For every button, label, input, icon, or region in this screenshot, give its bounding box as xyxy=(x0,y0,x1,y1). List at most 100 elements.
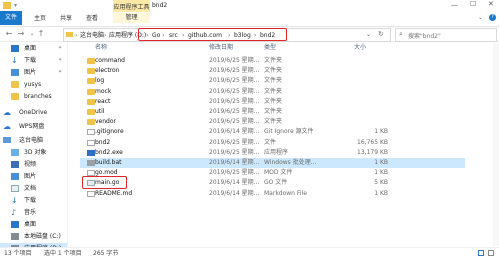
pin-icon: ✦ xyxy=(58,69,63,75)
desktop-icon xyxy=(11,45,19,52)
nav-label: 文档 xyxy=(24,185,37,192)
file-type: Markdown File xyxy=(264,189,307,197)
file-row[interactable]: mock 2019/6/25 星期... 文件夹 xyxy=(80,87,465,97)
nav-label: 下载 xyxy=(24,57,37,64)
tab-view[interactable]: 查看 xyxy=(86,14,98,24)
tab-file[interactable]: 文件 xyxy=(0,11,22,25)
nav-item-wps[interactable]: ☁ WPS网盘 xyxy=(0,121,67,132)
file-date: 2019/6/14 星期... xyxy=(209,189,260,197)
nav-label: 桌面 xyxy=(24,221,37,228)
file-row[interactable]: go.mod 2019/6/25 星期... MOD 文件 1 KB xyxy=(80,168,465,178)
file-name: build.bat xyxy=(95,159,122,166)
separator-icon: › xyxy=(75,32,78,39)
crumb-this-pc[interactable]: 这台电脑 xyxy=(80,31,104,41)
nav-item-music[interactable]: ♪ 音乐 xyxy=(0,207,67,218)
file-row[interactable]: log 2019/6/25 星期... 文件夹 xyxy=(80,76,465,86)
forward-icon[interactable]: → xyxy=(16,29,26,39)
file-type: GO 文件 xyxy=(264,179,288,187)
file-row[interactable]: .gitignore 2019/6/14 星期... Git Ignore 源文件 1… xyxy=(80,127,465,137)
column-date[interactable]: 修改日期 xyxy=(209,43,233,53)
file-date: 2019/6/14 星期... xyxy=(209,159,260,166)
file-date: 2019/6/25 星期... xyxy=(209,57,260,64)
file-name: command xyxy=(95,57,125,64)
file-row[interactable]: util 2019/6/25 星期... 文件夹 xyxy=(80,107,465,117)
quick-access-toolbar[interactable]: ▾ xyxy=(14,2,54,10)
file-row[interactable]: react 2019/6/25 星期... 文件夹 xyxy=(80,97,465,107)
file-name: util xyxy=(95,108,105,115)
search-placeholder: 搜索"bnd2" xyxy=(408,33,441,40)
file-type: 文件夹 xyxy=(264,87,283,95)
documents-icon xyxy=(11,185,19,192)
nav-item-desktop[interactable]: 桌面 ✦ xyxy=(0,43,67,54)
nav-item-documents[interactable]: 文档 xyxy=(0,183,67,194)
vertical-scrollbar[interactable] xyxy=(493,43,499,246)
file-type: 文件 xyxy=(264,138,277,146)
tab-manage[interactable]: 管理 xyxy=(113,13,150,23)
ribbon-tabs: 文件 主页 共享 查看 管理 ⌄ ? xyxy=(0,11,499,27)
ribbon-expand-icon[interactable]: ⌄ xyxy=(478,14,483,21)
help-icon[interactable]: ? xyxy=(489,14,496,21)
nav-item-pictures-2[interactable]: 图片 xyxy=(0,171,67,182)
file-size: 16,765 KB xyxy=(357,138,388,146)
nav-item-video[interactable]: 视频 xyxy=(0,159,67,170)
file-highlight-box xyxy=(82,176,127,189)
file-row[interactable]: README.md 2019/6/14 星期... Markdown File 1 K… xyxy=(80,189,465,199)
file-row[interactable]: main.go 2019/6/14 星期... GO 文件 5 KB xyxy=(80,178,465,188)
file-type: 文件夹 xyxy=(264,77,283,85)
music-icon: ♪ xyxy=(11,208,17,217)
large-icons-view-icon[interactable] xyxy=(488,250,494,256)
column-type[interactable]: 类型 xyxy=(264,43,276,53)
file-row[interactable]: bnd2.exe 2019/6/25 星期... 应用程序 13,179 KB xyxy=(80,148,465,158)
file-row[interactable]: electron 2019/6/25 星期... 文件夹 xyxy=(80,66,465,76)
folder-icon xyxy=(87,98,95,105)
window-title: bnd2 xyxy=(152,2,168,9)
file-date: 2019/6/25 星期... xyxy=(209,169,260,177)
back-icon[interactable]: ← xyxy=(4,29,14,39)
maximize-icon[interactable]: ☐ xyxy=(470,0,476,8)
dropdown-icon[interactable]: ⌄ xyxy=(366,31,371,38)
file-icon xyxy=(87,129,95,136)
file-type: 应用程序 xyxy=(264,148,289,156)
nav-label: 音乐 xyxy=(24,209,37,216)
pictures-icon xyxy=(11,173,19,180)
file-date: 2019/6/25 星期... xyxy=(209,138,260,146)
column-size[interactable]: 大小 xyxy=(354,43,366,53)
refresh-icon[interactable]: ↻ xyxy=(378,30,384,38)
file-type: 文件夹 xyxy=(264,108,283,115)
nav-item-3d[interactable]: 3D 对象 xyxy=(0,147,67,158)
file-icon xyxy=(87,139,95,146)
nav-item-desktop-2[interactable]: 桌面 xyxy=(0,219,67,230)
nav-label: WPS网盘 xyxy=(19,123,45,130)
nav-item-branches[interactable]: branches xyxy=(0,91,67,102)
folder-icon xyxy=(11,81,19,88)
selection-size: 265 字节 xyxy=(93,250,119,257)
file-row[interactable]: build.bat 2019/6/14 星期... Windows 批处理... 1 … xyxy=(80,158,465,168)
up-icon[interactable]: ↑ xyxy=(36,29,46,39)
nav-item-yusys[interactable]: yusys xyxy=(0,79,67,90)
file-type: Windows 批处理... xyxy=(264,159,317,166)
close-icon[interactable]: ✕ xyxy=(488,0,494,8)
search-icon: ⌕ xyxy=(399,30,403,38)
nav-item-downloads[interactable]: ↓ 下载 ✦ xyxy=(0,55,67,66)
file-row[interactable]: bnd2 2019/6/25 星期... 文件 16,765 KB xyxy=(80,138,465,148)
tab-share[interactable]: 共享 xyxy=(60,14,72,24)
nav-label: OneDrive xyxy=(19,109,48,116)
nav-item-downloads-2[interactable]: ↓ 下载 xyxy=(0,195,67,206)
nav-item-pictures[interactable]: 图片 ✦ xyxy=(0,67,67,78)
file-size: 5 KB xyxy=(374,179,388,187)
minimize-icon[interactable]: — xyxy=(451,1,458,9)
pin-icon: ✦ xyxy=(58,57,63,63)
file-row[interactable]: vendor 2019/6/25 星期... 文件夹 xyxy=(80,117,465,127)
file-row[interactable]: command 2019/6/25 星期... 文件夹 xyxy=(80,56,465,66)
tab-home[interactable]: 主页 xyxy=(34,14,46,24)
file-date: 2019/6/25 星期... xyxy=(209,118,260,126)
file-name: README.md xyxy=(95,189,133,197)
file-size: 1 KB xyxy=(374,189,388,197)
search-input[interactable]: ⌕ 搜索"bnd2" xyxy=(395,28,497,42)
details-view-icon[interactable] xyxy=(478,250,484,256)
nav-item-drive-c[interactable]: 本地磁盘 (C:) xyxy=(0,231,67,242)
column-name[interactable]: 名称 xyxy=(95,43,107,53)
nav-item-this-pc[interactable]: 这台电脑 xyxy=(0,135,67,146)
nav-item-onedrive[interactable]: ☁ OneDrive xyxy=(0,107,67,118)
nav-label: 3D 对象 xyxy=(24,149,47,156)
